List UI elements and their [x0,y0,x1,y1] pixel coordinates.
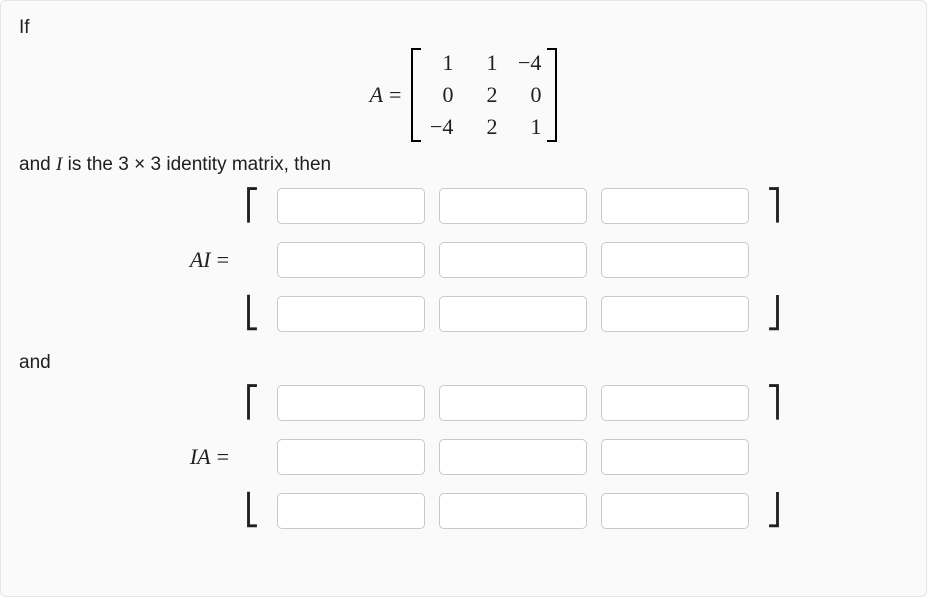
input-AI-r1c3[interactable] [601,188,749,224]
input-IA-r2c2[interactable] [439,439,587,475]
matA-r3c3: 1 [515,114,541,140]
input-AI-r3c3[interactable] [601,296,749,332]
text-identity-pre: and [19,154,56,175]
symbol-equals: = [389,82,401,108]
input-AI-r1c1[interactable] [277,188,425,224]
problem-card: If A = 1 1 −4 0 2 0 −4 2 1 [0,0,927,597]
rbracket-bot-icon: ⎦ [763,299,785,329]
answer-AI: AI = ⎡ ⎤ ⎣ ⎦ [159,184,908,336]
bracket-right-icon [547,48,557,142]
symbol-equals-AI: = [217,247,229,273]
input-IA-r1c1[interactable] [277,385,425,421]
input-IA-r3c2[interactable] [439,493,587,529]
input-AI-r1c2[interactable] [439,188,587,224]
symbol-equals-IA: = [217,444,229,470]
symbol-IA: IA [190,444,211,470]
text-and: and [19,350,908,377]
matA-r2c1: 0 [427,82,453,108]
answer-IA: IA = ⎡ ⎤ ⎣ ⎦ [159,381,908,533]
input-IA-r2c1[interactable] [277,439,425,475]
matA-r1c3: −4 [515,50,541,76]
input-AI-r3c1[interactable] [277,296,425,332]
equation-A: A = 1 1 −4 0 2 0 −4 2 1 [19,48,908,142]
matrix-A: 1 1 −4 0 2 0 −4 2 1 [411,48,557,142]
matA-r3c1: −4 [427,114,453,140]
matrix-IA-inputs: ⎡ ⎤ ⎣ ⎦ [241,381,785,533]
input-IA-r3c3[interactable] [601,493,749,529]
bracket-left-icon [411,48,421,142]
input-AI-r3c2[interactable] [439,296,587,332]
text-identity: and I is the 3 × 3 identity matrix, then [19,152,908,179]
symbol-AI: AI [190,247,211,273]
matA-r3c2: 2 [471,114,497,140]
text-if: If [19,15,908,42]
matA-r1c1: 1 [427,50,453,76]
input-AI-r2c1[interactable] [277,242,425,278]
input-AI-r2c3[interactable] [601,242,749,278]
symbol-A: A [370,82,383,108]
matrix-AI-inputs: ⎡ ⎤ ⎣ ⎦ [241,184,785,336]
matA-r1c2: 1 [471,50,497,76]
input-IA-r2c3[interactable] [601,439,749,475]
lbracket-bot-icon: ⎣ [241,299,263,329]
input-IA-r3c1[interactable] [277,493,425,529]
input-AI-r2c2[interactable] [439,242,587,278]
rbracket-top-icon: ⎤ [763,388,785,418]
input-IA-r1c3[interactable] [601,385,749,421]
lbracket-top-icon: ⎡ [241,388,263,418]
rbracket-bot-icon: ⎦ [763,496,785,526]
lbracket-bot-icon: ⎣ [241,496,263,526]
text-identity-post: identity matrix, then [161,154,331,175]
rbracket-top-icon: ⎤ [763,191,785,221]
text-identity-dim: 3 × 3 [118,154,161,175]
matA-r2c2: 2 [471,82,497,108]
text-identity-mid: is the [62,154,118,175]
lbracket-top-icon: ⎡ [241,191,263,221]
matA-r2c3: 0 [515,82,541,108]
input-IA-r1c2[interactable] [439,385,587,421]
